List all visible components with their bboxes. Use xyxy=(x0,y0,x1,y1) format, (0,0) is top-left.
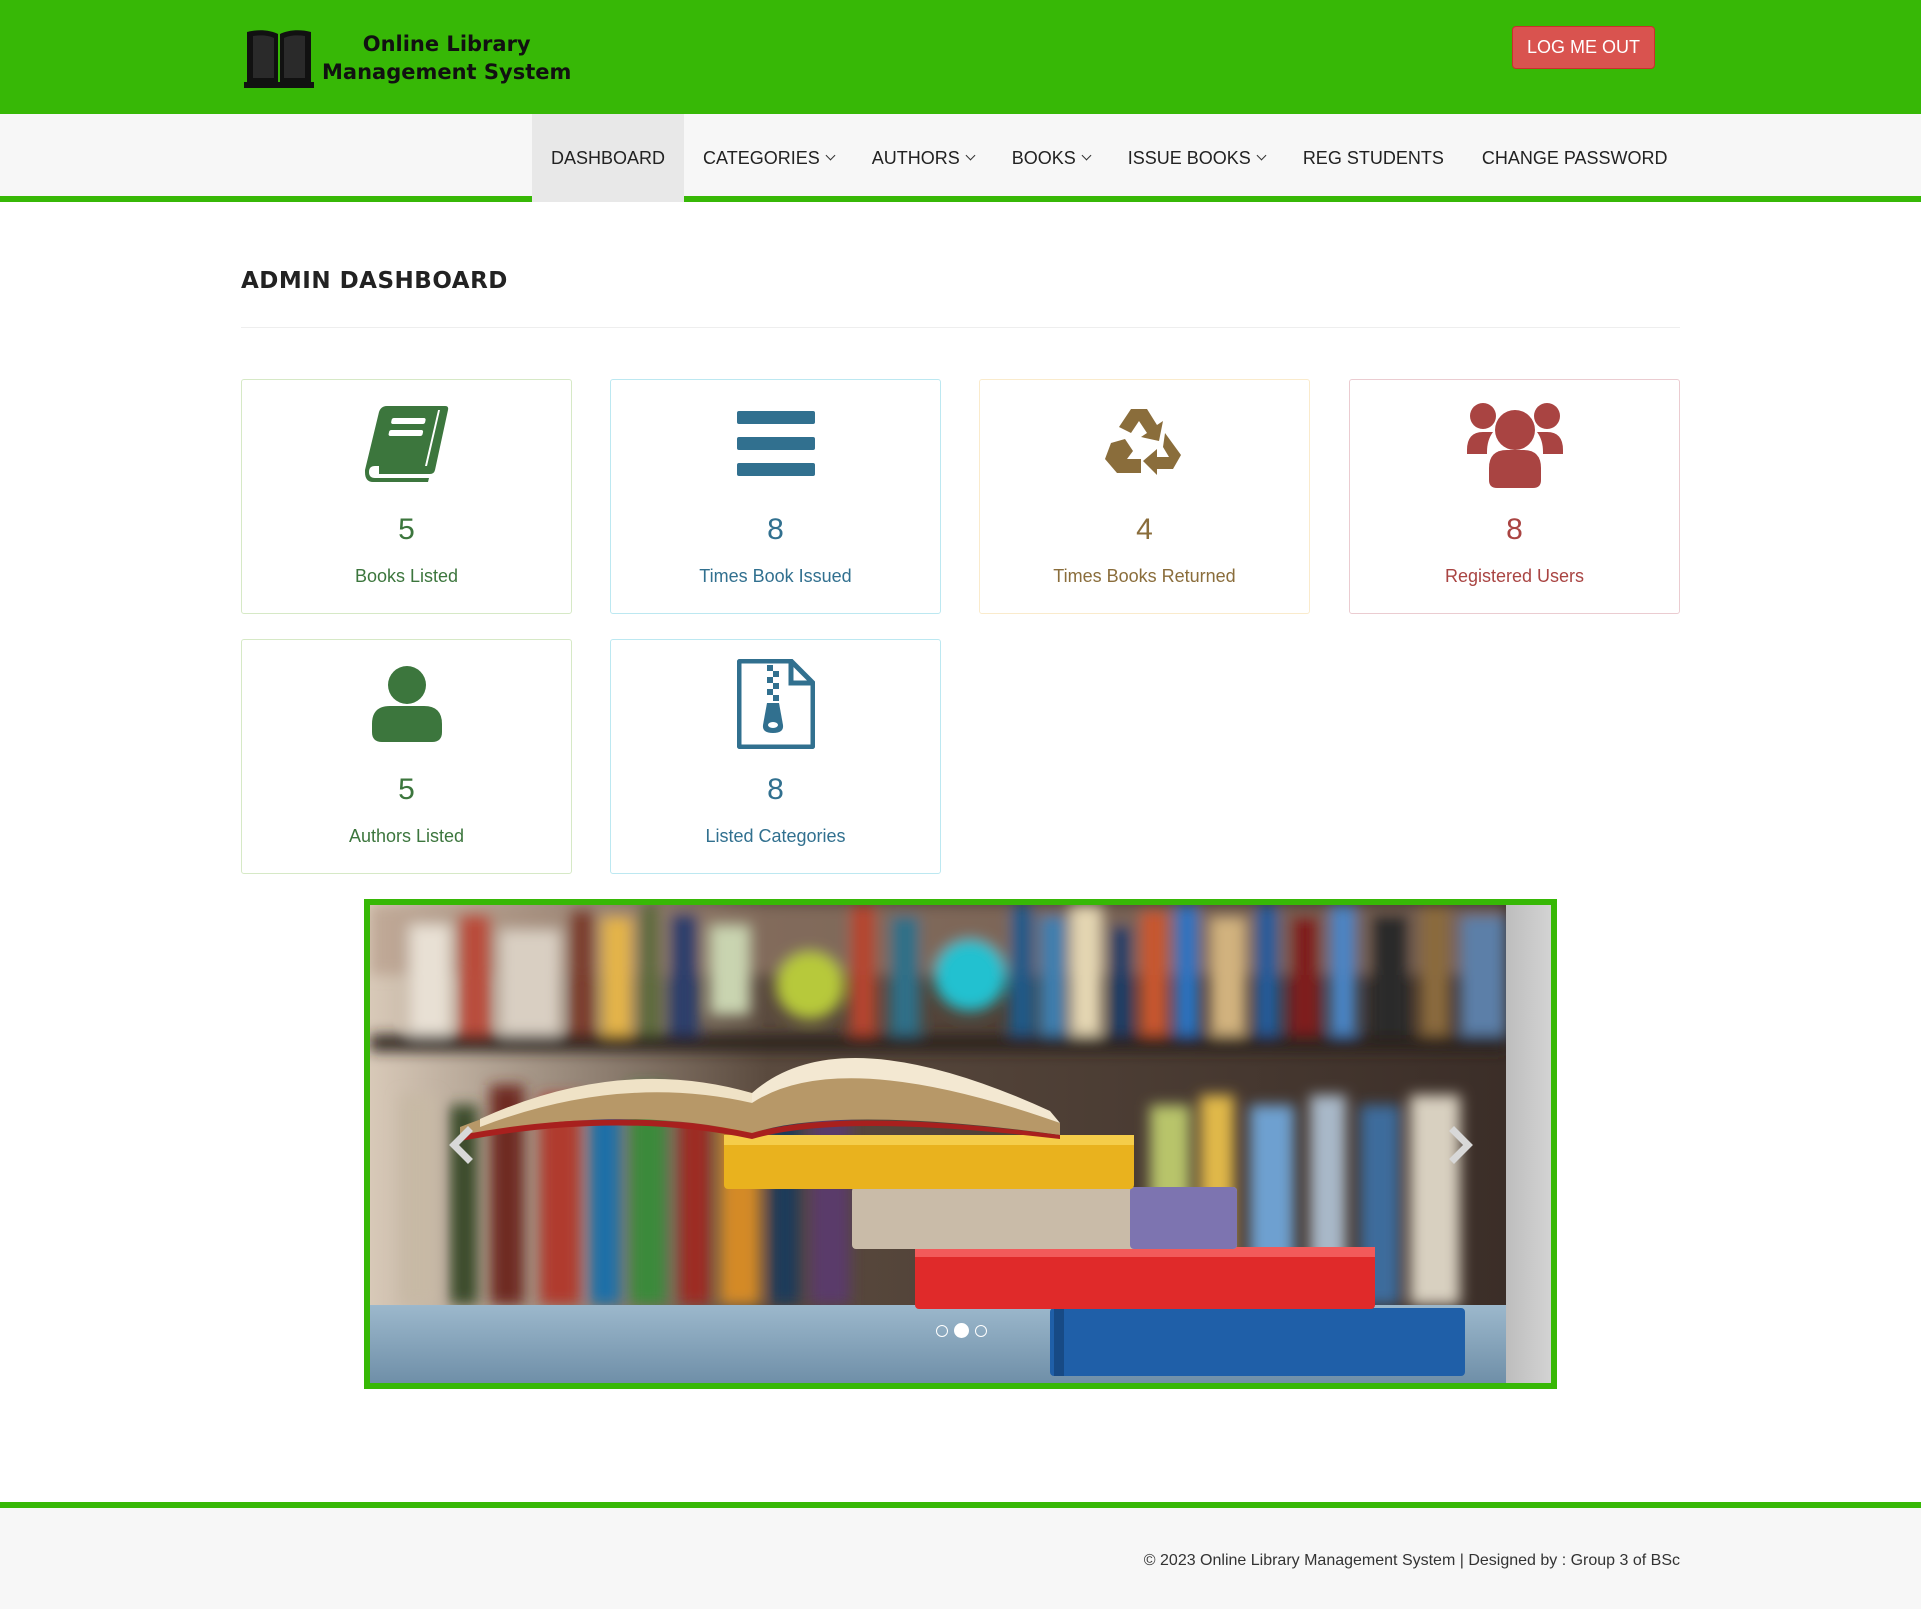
bars-icon xyxy=(736,411,815,476)
card-icon-wrap xyxy=(611,658,940,750)
brand-title-line2: Management System xyxy=(322,60,572,84)
stat-value: 8 xyxy=(767,773,784,806)
chevron-down-icon xyxy=(965,150,976,161)
stat-card-times-book-issued[interactable]: 8 Times Book Issued xyxy=(610,379,941,614)
nav-menu: DASHBOARD CATEGORIES AUTHORS BOOKS ISSUE… xyxy=(532,114,1687,202)
stat-card-listed-categories[interactable]: 8 Listed Categories xyxy=(610,639,941,874)
nav-item-dashboard[interactable]: DASHBOARD xyxy=(532,114,685,202)
nav-item-label: AUTHORS xyxy=(871,147,960,168)
stat-label: Times Book Issued xyxy=(699,566,852,586)
nav-item-issue-books[interactable]: ISSUE BOOKS xyxy=(1109,114,1284,202)
nav-item-label: CHANGE PASSWORD xyxy=(1481,147,1668,168)
logout-button[interactable]: LOG ME OUT xyxy=(1512,26,1655,69)
nav-item-books[interactable]: BOOKS xyxy=(993,114,1109,202)
divider xyxy=(241,327,1680,328)
users-icon xyxy=(1466,403,1563,488)
stat-value: 5 xyxy=(398,513,415,546)
nav-item-reg-students[interactable]: REG STUDENTS xyxy=(1284,114,1463,202)
nav-item-label: ISSUE BOOKS xyxy=(1127,147,1251,168)
nav-item-authors[interactable]: AUTHORS xyxy=(853,114,993,202)
card-icon-wrap xyxy=(1350,398,1679,490)
nav-item-change-password[interactable]: CHANGE PASSWORD xyxy=(1463,114,1687,202)
carousel-indicator[interactable] xyxy=(975,1324,987,1337)
stat-card-registered-users[interactable]: 8 Registered Users xyxy=(1349,379,1680,614)
stat-card-books-listed[interactable]: 5 Books Listed xyxy=(241,379,572,614)
brand-logo[interactable]: Online Library Management System xyxy=(244,26,571,90)
stat-label: Books Listed xyxy=(354,566,459,586)
stat-label: Listed Categories xyxy=(705,826,846,846)
chevron-down-icon xyxy=(1256,150,1267,161)
file-archive-icon xyxy=(736,659,815,749)
card-icon-wrap xyxy=(242,398,571,490)
book-open-icon xyxy=(244,30,314,88)
chevron-down-icon xyxy=(825,150,836,161)
image-carousel[interactable] xyxy=(364,899,1557,1389)
stat-value: 8 xyxy=(1506,513,1523,546)
stat-value: 4 xyxy=(1136,513,1153,546)
card-icon-wrap xyxy=(611,398,940,490)
recycle-icon xyxy=(1104,409,1181,475)
stat-card-authors-listed[interactable]: 5 Authors Listed xyxy=(241,639,572,874)
nav-item-label: DASHBOARD xyxy=(551,147,666,168)
nav-item-label: BOOKS xyxy=(1011,147,1076,168)
chevron-right-icon[interactable] xyxy=(1440,1125,1480,1165)
carousel-indicator[interactable] xyxy=(936,1324,948,1337)
books-photo xyxy=(370,905,1506,1383)
main-navbar: DASHBOARD CATEGORIES AUTHORS BOOKS ISSUE… xyxy=(0,114,1921,202)
top-header: Online Library Management System LOG ME … xyxy=(0,0,1921,114)
stat-value: 5 xyxy=(398,773,415,806)
carousel-slide-image xyxy=(370,905,1506,1383)
user-icon xyxy=(371,666,442,742)
carousel-next-slide-edge xyxy=(1506,905,1551,1383)
chevron-left-icon[interactable] xyxy=(442,1125,482,1165)
book-icon xyxy=(364,406,448,482)
card-icon-wrap xyxy=(980,398,1309,490)
page-footer: © 2023 Online Library Management System … xyxy=(0,1502,1921,1609)
stat-label: Registered Users xyxy=(1444,566,1585,586)
stat-card-times-books-returned[interactable]: 4 Times Books Returned xyxy=(979,379,1310,614)
nav-item-label: CATEGORIES xyxy=(703,147,820,168)
carousel-indicators xyxy=(933,1323,990,1338)
chevron-down-icon xyxy=(1081,150,1092,161)
stat-label: Authors Listed xyxy=(348,826,465,846)
nav-item-label: REG STUDENTS xyxy=(1302,147,1444,168)
footer-copyright: © 2023 Online Library Management System … xyxy=(1143,1552,1680,1569)
stat-label: Times Books Returned xyxy=(1053,566,1236,586)
brand-title-line1: Online Library xyxy=(362,32,531,56)
stat-value: 8 xyxy=(767,513,784,546)
nav-item-categories[interactable]: CATEGORIES xyxy=(684,114,853,202)
card-icon-wrap xyxy=(242,658,571,750)
carousel-indicator-active[interactable] xyxy=(954,1323,969,1338)
brand-title: Online Library Management System xyxy=(322,30,571,86)
page-title: ADMIN DASHBOARD xyxy=(241,268,508,294)
